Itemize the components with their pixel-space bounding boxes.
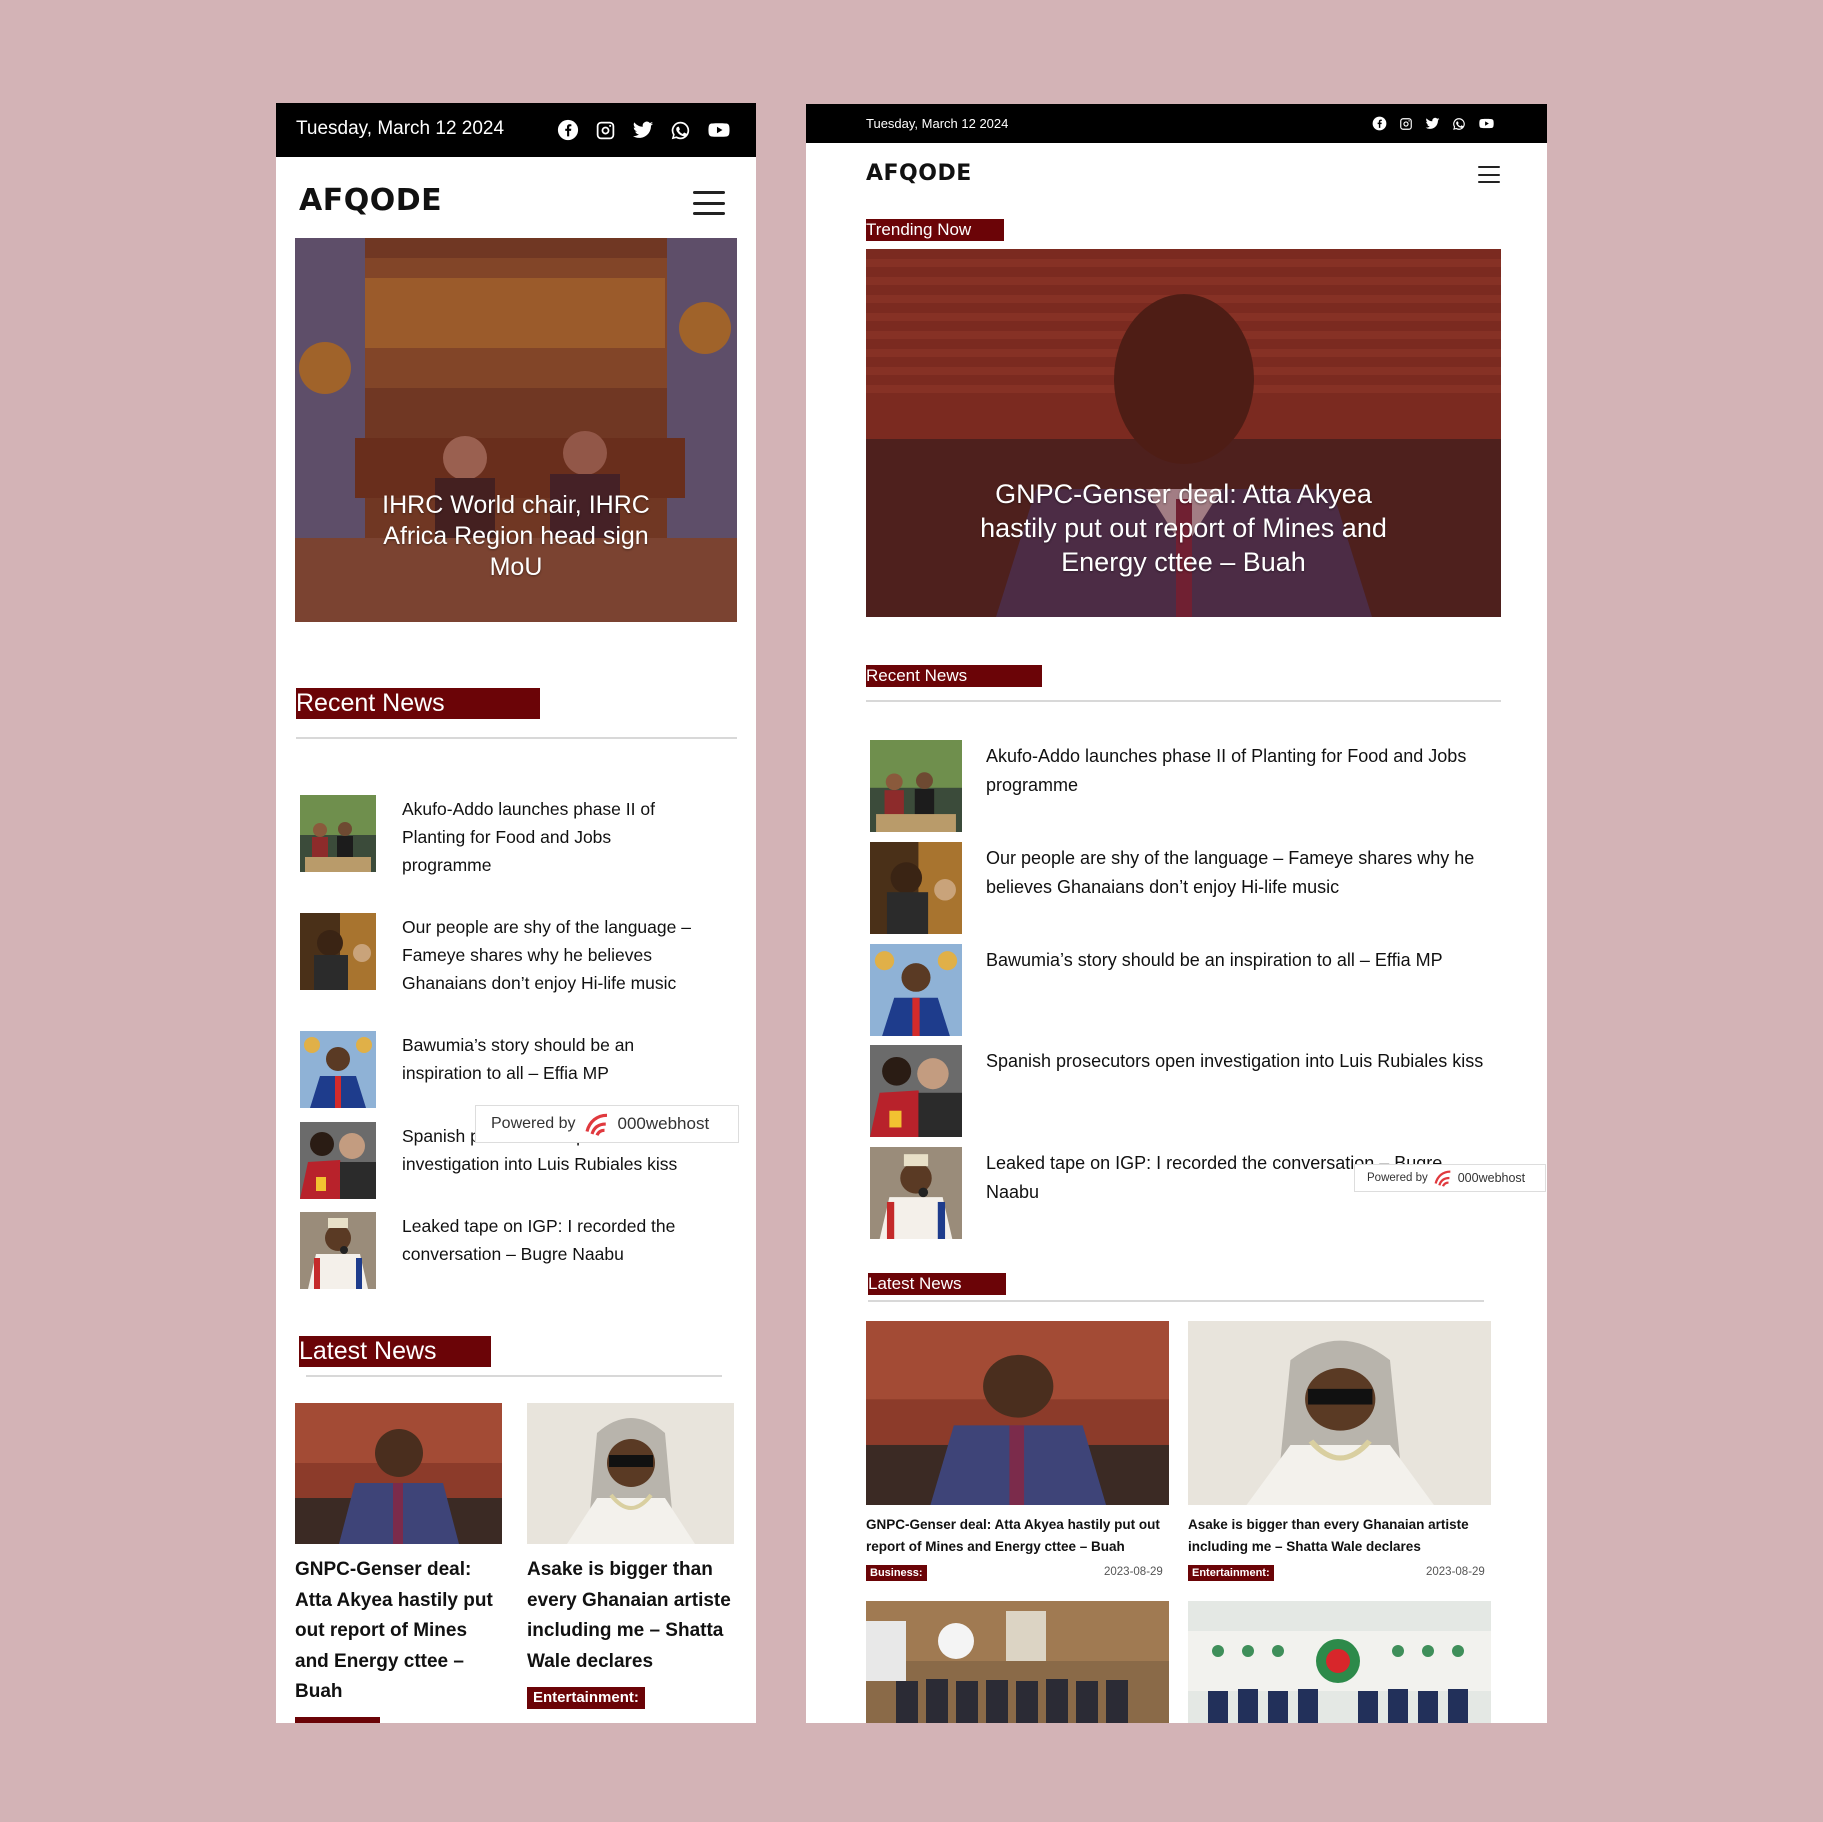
twitter-icon[interactable] — [1425, 116, 1440, 131]
news-title[interactable]: Akufo-Addo launches phase II of Planting… — [986, 742, 1496, 800]
powered-by-badge[interactable]: Powered by 000webhost — [1354, 1164, 1546, 1192]
menu-icon[interactable] — [1478, 166, 1500, 183]
divider — [866, 700, 1501, 702]
divider — [868, 1300, 1484, 1302]
youtube-icon[interactable] — [1478, 116, 1495, 131]
powered-by-text: Powered by — [491, 1115, 576, 1132]
recent-news-item[interactable]: Bawumia’s story should be an inspiration… — [870, 944, 1500, 1038]
latest-news-image[interactable] — [866, 1321, 1169, 1505]
news-title[interactable]: Akufo-Addo launches phase II of Planting… — [402, 795, 702, 879]
menu-icon[interactable] — [693, 191, 725, 215]
whatsapp-icon[interactable] — [670, 120, 691, 141]
date-text: Tuesday, March 12 2024 — [866, 116, 1009, 131]
latest-news-image[interactable] — [866, 1601, 1169, 1723]
recent-news-label: Recent News — [866, 665, 1042, 687]
recent-news-item[interactable]: Bawumia’s story should be an inspiration… — [300, 1031, 720, 1111]
category-badge[interactable] — [295, 1717, 380, 1723]
publish-date: 2023-08-29 — [1426, 1566, 1485, 1578]
host-name: 000webhost — [1457, 1171, 1526, 1185]
latest-news-title[interactable]: Asake is bigger than every Ghanaian arti… — [527, 1555, 739, 1677]
hero-caption[interactable]: GNPC-Genser deal: Atta Akyea hastily put… — [866, 477, 1501, 579]
recent-news-item[interactable]: Our people are shy of the language – Fam… — [870, 842, 1500, 936]
whatsapp-icon[interactable] — [1452, 117, 1466, 131]
category-badge[interactable]: Entertainment: — [1188, 1565, 1274, 1581]
webhost-logo-icon — [582, 1109, 612, 1139]
publish-date: 2023-08-29 — [1104, 1566, 1163, 1578]
instagram-icon[interactable] — [595, 120, 616, 141]
host-name: 000webhost — [617, 1114, 710, 1133]
hero-article[interactable]: GNPC-Genser deal: Atta Akyea hastily put… — [866, 249, 1501, 617]
top-bar: Tuesday, March 12 2024 — [806, 104, 1547, 143]
news-thumbnail[interactable] — [870, 944, 962, 1036]
news-title[interactable]: Spanish prosecutors open investigation i… — [986, 1047, 1496, 1076]
news-title[interactable]: Our people are shy of the language – Fam… — [402, 913, 702, 997]
hero-article[interactable]: IHRC World chair, IHRC Africa Region hea… — [295, 238, 737, 622]
webhost-logo-icon — [1432, 1167, 1454, 1189]
latest-news-title[interactable]: GNPC-Genser deal: Atta Akyea hastily put… — [866, 1514, 1169, 1557]
hero-caption[interactable]: IHRC World chair, IHRC Africa Region hea… — [295, 490, 737, 583]
recent-news-item[interactable]: Akufo-Addo launches phase II of Planting… — [300, 795, 720, 875]
site-logo[interactable]: AFQODE — [299, 183, 442, 218]
trending-now-label: Trending Now — [866, 219, 1004, 241]
top-bar: Tuesday, March 12 2024 — [276, 103, 756, 157]
latest-news-label: Latest News — [299, 1336, 491, 1367]
news-thumbnail[interactable] — [300, 1031, 376, 1108]
powered-by-badge[interactable]: Powered by 000webhost — [475, 1105, 739, 1143]
category-badge[interactable]: Business: — [866, 1565, 927, 1581]
site-logo[interactable]: AFQODE — [866, 161, 972, 186]
latest-news-label: Latest News — [868, 1273, 1006, 1295]
recent-news-item[interactable]: Leaked tape on IGP: I recorded the conve… — [300, 1212, 720, 1292]
date-text: Tuesday, March 12 2024 — [296, 118, 505, 139]
social-links — [557, 119, 731, 141]
news-title[interactable]: Bawumia’s story should be an inspiration… — [402, 1031, 702, 1087]
news-thumbnail[interactable] — [300, 1212, 376, 1289]
recent-news-item[interactable]: Leaked tape on IGP: I recorded the conve… — [870, 1147, 1500, 1241]
latest-news-title[interactable]: Asake is bigger than every Ghanaian arti… — [1188, 1514, 1491, 1557]
facebook-icon[interactable] — [1372, 116, 1387, 131]
news-thumbnail[interactable] — [300, 913, 376, 990]
social-links — [1372, 116, 1495, 131]
news-thumbnail[interactable] — [870, 1147, 962, 1239]
recent-news-item[interactable]: Akufo-Addo launches phase II of Planting… — [870, 740, 1500, 834]
latest-news-image[interactable] — [295, 1403, 502, 1544]
powered-by-text: Powered by — [1367, 1172, 1428, 1184]
latest-news-image[interactable] — [1188, 1601, 1491, 1723]
twitter-icon[interactable] — [632, 119, 654, 141]
divider — [296, 737, 737, 739]
latest-news-title[interactable]: GNPC-Genser deal: Atta Akyea hastily put… — [295, 1555, 505, 1708]
tablet-view-right: Tuesday, March 12 2024 AFQODE Trending N… — [806, 104, 1547, 1723]
news-title[interactable]: Our people are shy of the language – Fam… — [986, 844, 1496, 902]
recent-news-label: Recent News — [296, 688, 540, 719]
news-title[interactable]: Bawumia’s story should be an inspiration… — [986, 946, 1496, 975]
recent-news-item[interactable]: Spanish prosecutors open investigation i… — [870, 1045, 1500, 1139]
news-thumbnail[interactable] — [300, 1122, 376, 1199]
divider — [306, 1375, 722, 1377]
news-title[interactable]: Leaked tape on IGP: I recorded the conve… — [402, 1212, 702, 1268]
youtube-icon[interactable] — [707, 119, 731, 141]
latest-news-image[interactable] — [1188, 1321, 1491, 1505]
mobile-view-left: Tuesday, March 12 2024 AFQODE IHRC World… — [276, 103, 756, 1723]
news-thumbnail[interactable] — [870, 1045, 962, 1137]
latest-news-image[interactable] — [527, 1403, 734, 1544]
news-thumbnail[interactable] — [870, 842, 962, 934]
instagram-icon[interactable] — [1399, 117, 1413, 131]
news-thumbnail[interactable] — [870, 740, 962, 832]
facebook-icon[interactable] — [557, 119, 579, 141]
news-thumbnail[interactable] — [300, 795, 376, 872]
category-badge[interactable]: Entertainment: — [527, 1687, 645, 1709]
recent-news-item[interactable]: Our people are shy of the language – Fam… — [300, 913, 720, 993]
